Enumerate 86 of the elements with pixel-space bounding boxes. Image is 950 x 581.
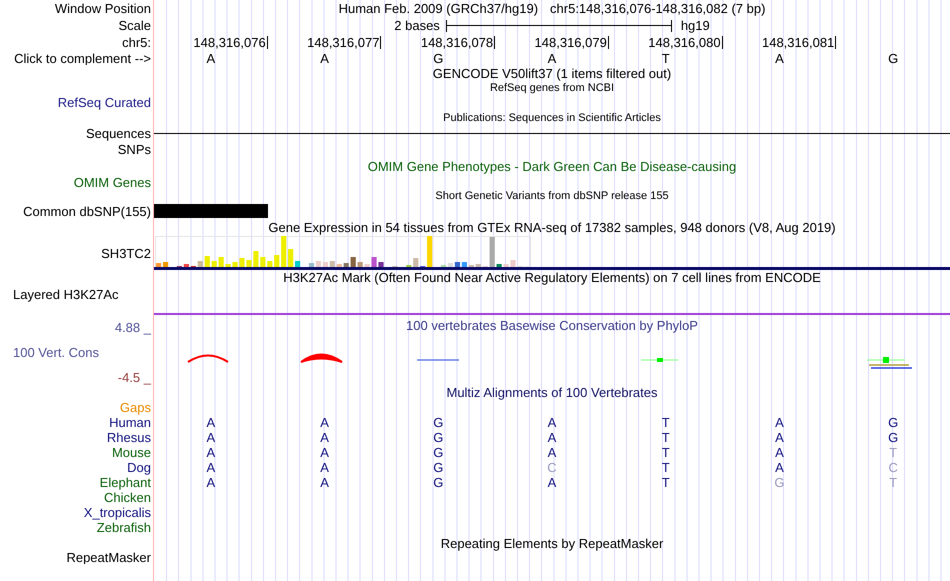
base-letter: T (662, 446, 670, 459)
base-letter: A (206, 52, 216, 64)
base-letter: A (548, 446, 556, 459)
base-letter: A (206, 461, 216, 474)
base-letter: T (662, 416, 670, 429)
species-label[interactable]: X_tropicalis (84, 506, 151, 519)
base-letter: A (775, 416, 784, 429)
base-letter: C (888, 461, 898, 474)
coordinate-label: 148,316,079 (534, 36, 609, 49)
base-letter: A (320, 416, 329, 429)
coordinate-label: 148,316,081 (762, 36, 836, 49)
track-label[interactable]: RefSeq Curated (58, 96, 151, 109)
base-letter: T (889, 446, 898, 459)
base-letter: A (320, 446, 329, 459)
track-title: GENCODE V50lift37 (1 items filtered out) (432, 66, 672, 80)
track-title: Multiz Alignments of 100 Vertebrates (446, 386, 658, 399)
base-letter: A (320, 461, 329, 474)
base-letter: A (320, 52, 329, 64)
species-label[interactable]: Rhesus (106, 431, 151, 444)
base-letter: A (548, 52, 556, 64)
axis-max-label: 4.88 _ (114, 320, 151, 335)
track-label[interactable]: Sequences (86, 127, 151, 140)
species-label[interactable]: Human (109, 416, 151, 429)
track-label[interactable]: OMIM Genes (74, 176, 151, 188)
track-title: Publications: Sequences in Scientific Articles (443, 112, 661, 124)
species-label[interactable]: Zebrafish (96, 521, 151, 534)
base-letter: G (888, 52, 898, 64)
base-letter: A (775, 431, 784, 444)
track-label: Gaps (120, 401, 151, 414)
assembly-label: hg19 (680, 19, 710, 32)
track-title: H3K27Ac Mark (Often Found Near Active Regulatory Elements) on 7 cell lines from ENCODE (283, 271, 821, 284)
base-letter: T (889, 476, 898, 489)
species-label[interactable]: Chicken (104, 491, 151, 504)
track-label[interactable]: Layered H3K27Ac (13, 288, 119, 301)
base-letter: T (662, 476, 670, 489)
gene-label[interactable]: SH3TC2 (101, 246, 151, 260)
species-label[interactable]: Elephant (100, 476, 151, 489)
base-letter: T (662, 52, 670, 64)
base-letter: G (888, 431, 898, 444)
species-label[interactable]: Mouse (112, 446, 151, 459)
axis-min-label: -4.5 _ (118, 370, 151, 385)
base-letter: G (888, 416, 898, 429)
track-label[interactable]: SNPs (118, 143, 151, 156)
track-label[interactable]: RepeatMasker (66, 551, 151, 564)
track-label: Window Position (54, 2, 151, 15)
track-label[interactable]: Common dbSNP(155) (23, 204, 151, 218)
base-letter: A (206, 446, 216, 459)
base-letter: G (433, 461, 444, 474)
track-title: Gene Expression in 54 tissues from GTEx RNA-seq of 17382 samples, 948 donors (V8, Aug 2019) (268, 221, 836, 234)
base-letter: A (206, 416, 216, 429)
species-label[interactable]: Dog (127, 461, 151, 474)
complement-link[interactable]: Click to complement --> (14, 52, 151, 64)
chromosome-label: chr5: (122, 36, 151, 49)
base-letter: A (206, 431, 216, 444)
track-title: OMIM Gene Phenotypes - Dark Green Can Be Disease-causing (368, 160, 736, 172)
base-letter: G (433, 416, 444, 429)
track-label: Scale (118, 19, 151, 32)
track-title: Repeating Elements by RepeatMasker (440, 536, 664, 550)
base-letter: A (548, 416, 556, 429)
base-letter: G (774, 476, 784, 489)
assembly-title: Human Feb. 2009 (GRCh37/hg19) (338, 2, 538, 15)
scale-length: 2 bases (394, 19, 440, 32)
base-letter: C (547, 461, 557, 474)
track-title: 100 vertebrates Basewise Conservation by PhyloP (406, 318, 698, 332)
coordinate-label: 148,316,080 (648, 36, 723, 49)
position-title: chr5:148,316,076-148,316,082 (7 bp) (550, 2, 766, 15)
base-letter: G (433, 52, 444, 64)
base-letter: A (775, 52, 784, 64)
base-letter: T (662, 461, 670, 474)
base-letter: A (775, 446, 784, 459)
base-letter: T (662, 431, 670, 444)
base-letter: G (433, 476, 444, 489)
base-letter: A (548, 476, 556, 489)
track-title: Short Genetic Variants from dbSNP release 155 (435, 191, 669, 202)
base-letter: G (433, 446, 444, 459)
track-title: RefSeq genes from NCBI (490, 82, 614, 94)
track-label[interactable]: 100 Vert. Cons (13, 345, 99, 360)
coordinate-label: 148,316,076 (193, 36, 268, 49)
base-letter: A (548, 431, 556, 444)
base-letter: A (320, 431, 329, 444)
base-letter: A (775, 461, 784, 474)
coordinate-label: 148,316,077 (307, 36, 382, 49)
base-letter: A (320, 476, 329, 489)
coordinate-label: 148,316,078 (420, 36, 496, 49)
base-letter: A (206, 476, 216, 489)
base-letter: G (433, 431, 444, 444)
